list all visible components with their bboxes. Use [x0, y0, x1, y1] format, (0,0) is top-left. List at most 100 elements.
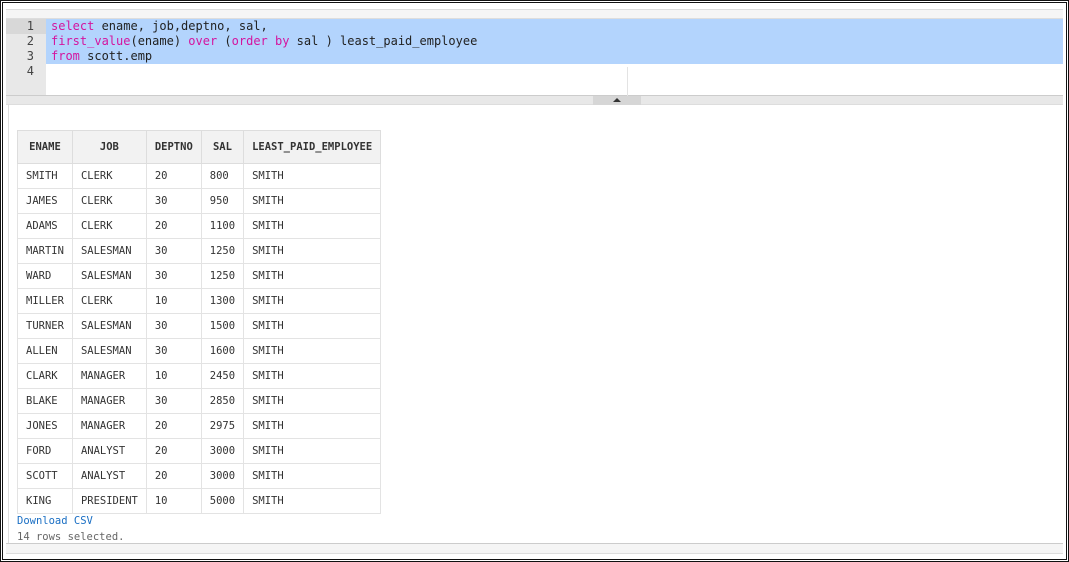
table-cell: FORD: [17, 438, 73, 464]
column-header: DEPTNO: [145, 130, 202, 164]
sql-text: ename, job,deptno, sal,: [94, 19, 268, 33]
table-row: CLARK MANAGER 10 2450 SMITH: [17, 363, 382, 389]
table-cell: 800: [200, 163, 245, 189]
sql-keyword: from: [51, 49, 80, 63]
column-header: LEAST_PAID_EMPLOYEE: [243, 130, 382, 164]
line-number: 4: [26, 64, 34, 78]
table-cell: WARD: [17, 263, 73, 289]
table-cell: KING: [17, 488, 73, 514]
table-cell: 10: [145, 288, 202, 314]
table-cell: 2450: [200, 363, 245, 389]
table-row: ALLEN SALESMAN 30 1600 SMITH: [17, 338, 382, 364]
sql-keyword: by: [275, 34, 290, 48]
table-cell: 1100: [200, 213, 245, 239]
status-bar: [6, 543, 1063, 554]
table-cell: SMITH: [243, 488, 382, 514]
table-cell: MANAGER: [71, 388, 147, 414]
table-cell: BLAKE: [17, 388, 73, 414]
table-cell: 5000: [200, 488, 245, 514]
table-cell: 3000: [200, 438, 245, 464]
table-row: SCOTT ANALYST 20 3000 SMITH: [17, 463, 382, 489]
table-row: FORD ANALYST 20 3000 SMITH: [17, 438, 382, 464]
table-cell: 1300: [200, 288, 245, 314]
table-cell: SMITH: [243, 463, 382, 489]
column-header: JOB: [71, 130, 147, 164]
code-line: select ename, job,deptno, sal,: [46, 19, 1063, 34]
sql-text: scott.emp: [79, 49, 153, 63]
table-cell: 1250: [200, 263, 245, 289]
line-number: 1: [6, 19, 46, 34]
column-header: ENAME: [17, 130, 73, 164]
table-cell: PRESIDENT: [71, 488, 147, 514]
sql-keyword: order: [231, 34, 268, 48]
table-cell: 20: [145, 213, 202, 239]
code-area[interactable]: select ename, job,deptno, sal, first_valu…: [46, 19, 1063, 79]
table-cell: 30: [145, 188, 202, 214]
table-cell: MANAGER: [71, 363, 147, 389]
table-row: SMITH CLERK 20 800 SMITH: [17, 163, 382, 189]
table-cell: SALESMAN: [71, 263, 147, 289]
rows-selected-status: 14 rows selected.: [17, 531, 125, 543]
table-cell: 30: [145, 263, 202, 289]
table-cell: 20: [145, 438, 202, 464]
table-row: MARTIN SALESMAN 30 1250 SMITH: [17, 238, 382, 264]
sql-keyword: over: [188, 34, 218, 48]
table-cell: JAMES: [17, 188, 73, 214]
table-cell: SMITH: [243, 238, 382, 264]
table-row: BLAKE MANAGER 30 2850 SMITH: [17, 388, 382, 414]
table-cell: TURNER: [17, 313, 73, 339]
table-cell: MILLER: [17, 288, 73, 314]
table-cell: CLERK: [71, 163, 147, 189]
table-cell: SALESMAN: [71, 338, 147, 364]
table-cell: 20: [145, 413, 202, 439]
table-cell: 30: [145, 238, 202, 264]
table-cell: SMITH: [243, 288, 382, 314]
table-row: MILLER CLERK 10 1300 SMITH: [17, 288, 382, 314]
table-cell: 20: [145, 163, 202, 189]
table-cell: 20: [145, 463, 202, 489]
table-cell: 10: [145, 488, 202, 514]
sql-text: (: [217, 34, 232, 48]
table-cell: ADAMS: [17, 213, 73, 239]
table-cell: CLERK: [71, 213, 147, 239]
download-csv-link[interactable]: Download CSV: [17, 515, 93, 527]
table-cell: SCOTT: [17, 463, 73, 489]
sql-editor[interactable]: 1234 select ename, job,deptno, sal, first…: [6, 19, 1063, 96]
table-cell: 2850: [200, 388, 245, 414]
line-number: 3: [26, 49, 34, 63]
table-header-row: ENAME JOB DEPTNO SAL LEAST_PAID_EMPLOYEE: [17, 130, 382, 164]
table-cell: 30: [145, 388, 202, 414]
table-cell: SMITH: [243, 438, 382, 464]
table-cell: SMITH: [243, 263, 382, 289]
column-header: SAL: [200, 130, 245, 164]
table-cell: SMITH: [243, 388, 382, 414]
code-line: first_value(ename) over (order by sal ) …: [46, 34, 1063, 49]
results-pane: ENAME JOB DEPTNO SAL LEAST_PAID_EMPLOYEE SMI…: [8, 105, 1063, 543]
toolbar: [6, 9, 1063, 19]
table-cell: SMITH: [243, 213, 382, 239]
table-row: KING PRESIDENT 10 5000 SMITH: [17, 488, 382, 514]
table-cell: 1600: [200, 338, 245, 364]
pane-splitter[interactable]: [6, 96, 1063, 105]
table-cell: MANAGER: [71, 413, 147, 439]
table-cell: SMITH: [243, 363, 382, 389]
table-cell: 3000: [200, 463, 245, 489]
table-row: WARD SALESMAN 30 1250 SMITH: [17, 263, 382, 289]
table-cell: SMITH: [243, 338, 382, 364]
table-row: ADAMS CLERK 20 1100 SMITH: [17, 213, 382, 239]
table-row: JAMES CLERK 30 950 SMITH: [17, 188, 382, 214]
table-cell: SMITH: [17, 163, 73, 189]
table-cell: SALESMAN: [71, 313, 147, 339]
table-cell: CLERK: [71, 188, 147, 214]
table-cell: 10: [145, 363, 202, 389]
table-cell: 1500: [200, 313, 245, 339]
collapse-arrow-icon[interactable]: [593, 96, 641, 105]
print-margin: [627, 67, 628, 96]
table-cell: SMITH: [243, 413, 382, 439]
table-cell: CLERK: [71, 288, 147, 314]
results-table: ENAME JOB DEPTNO SAL LEAST_PAID_EMPLOYEE SMI…: [17, 130, 382, 514]
line-number: 2: [26, 34, 34, 48]
table-cell: ANALYST: [71, 438, 147, 464]
